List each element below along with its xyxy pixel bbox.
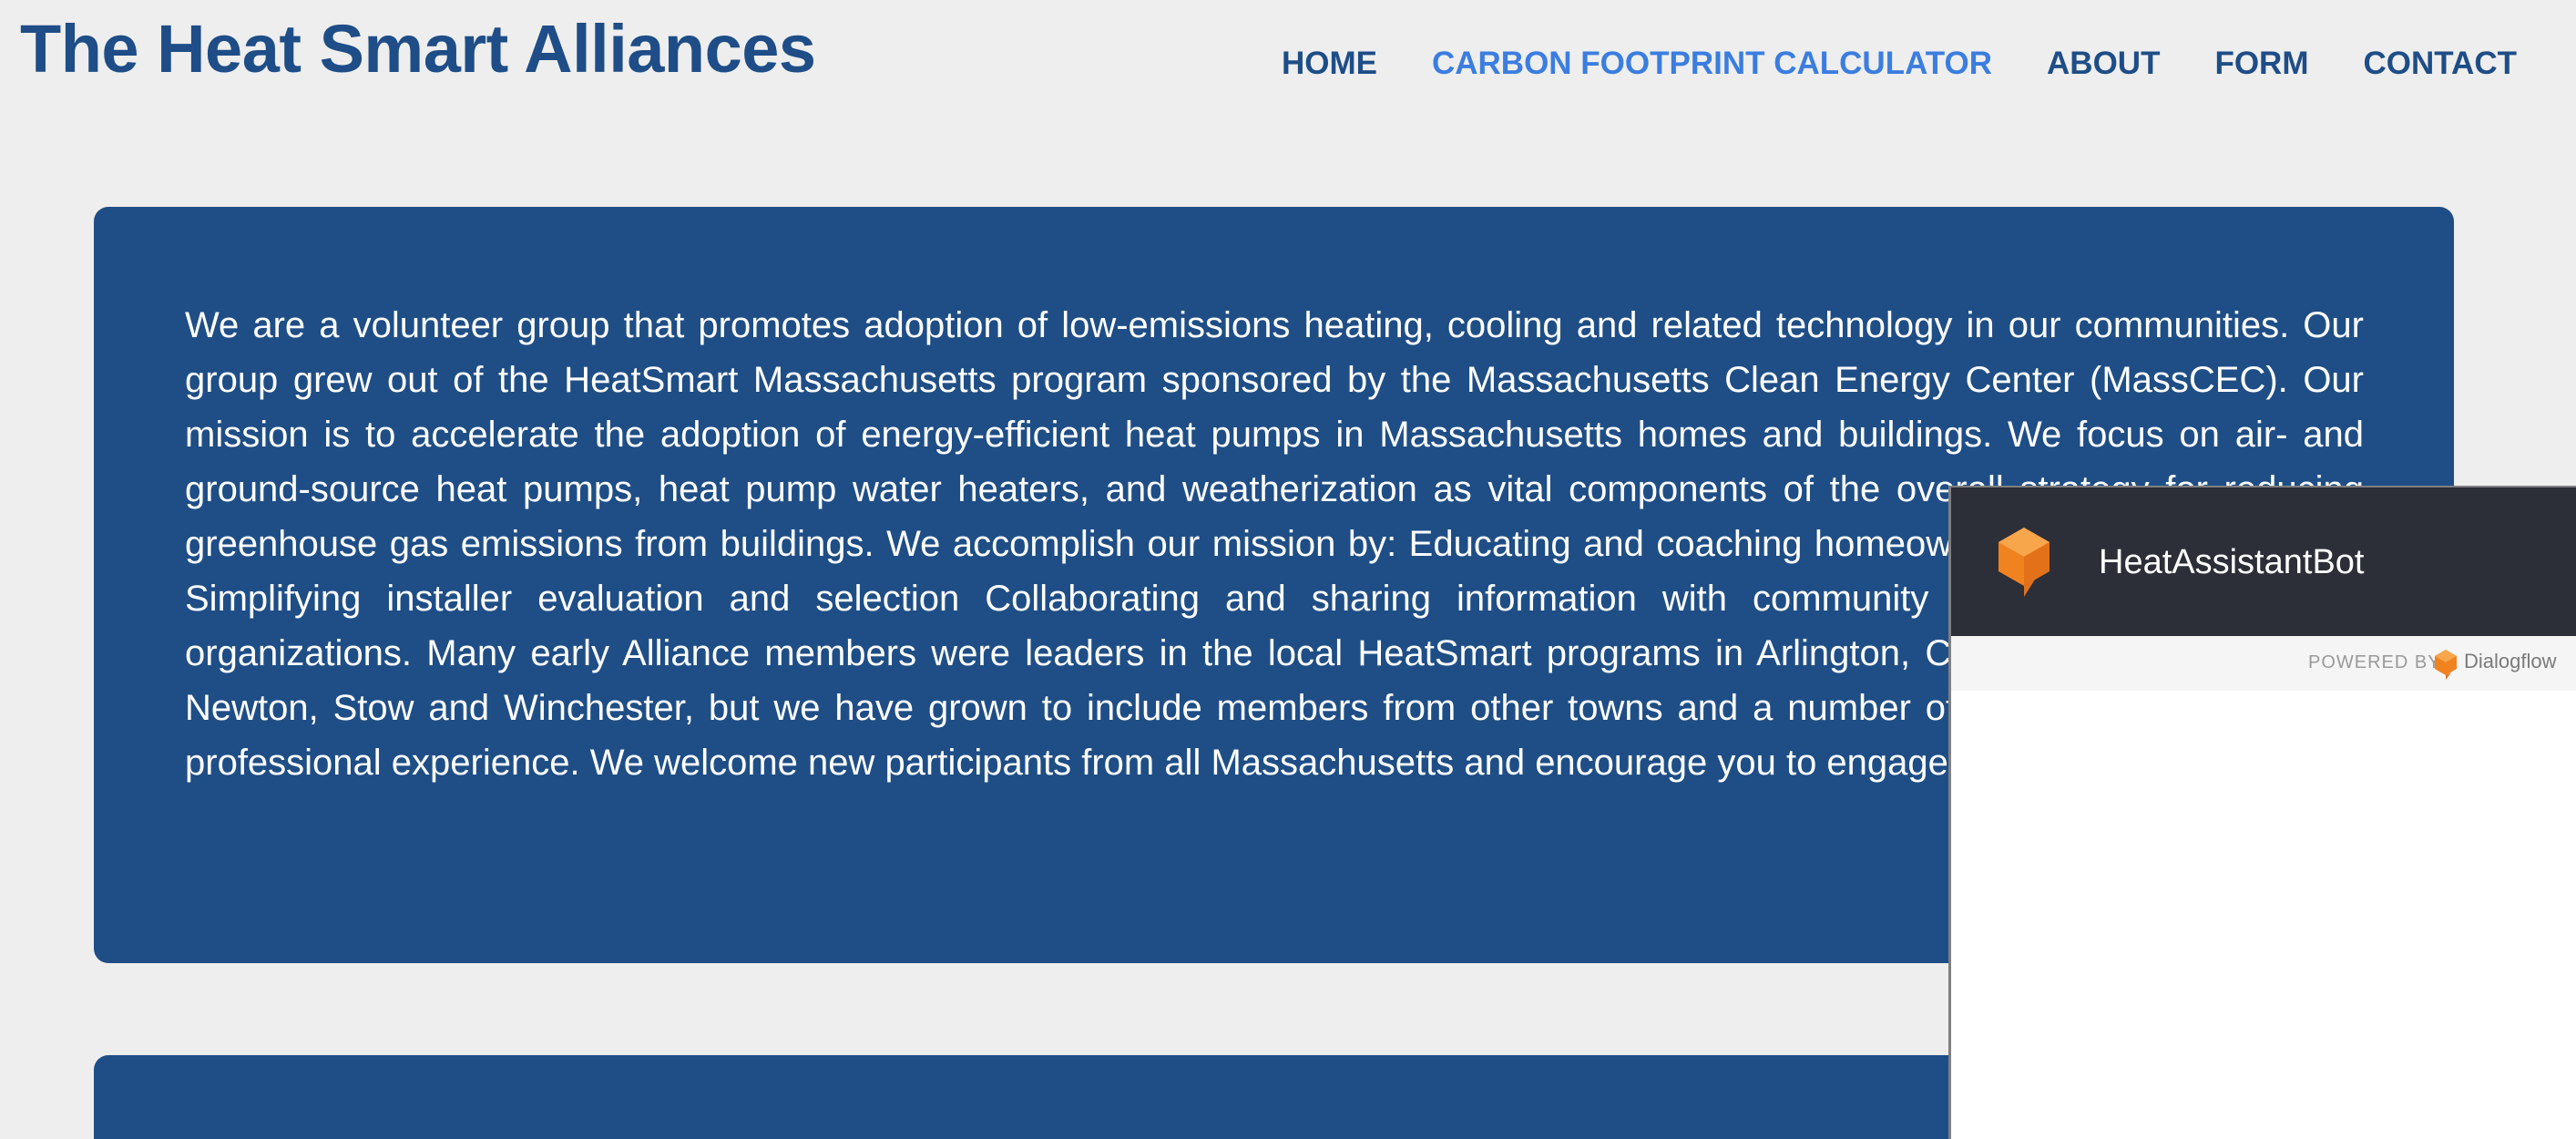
powered-by-label: POWERED BY xyxy=(2308,652,2441,672)
main-nav: HOME CARBON FOOTPRINT CALCULATOR ABOUT F… xyxy=(1282,42,2517,86)
site-title[interactable]: The Heat Smart Alliances xyxy=(20,9,816,90)
nav-carbon-footprint-calculator[interactable]: CARBON FOOTPRINT CALCULATOR xyxy=(1432,42,1992,86)
chat-bot-name: HeatAssistantBot xyxy=(2099,543,2365,581)
page: The Heat Smart Alliances HOME CARBON FOO… xyxy=(0,0,2576,1139)
chat-header[interactable]: HeatAssistantBot xyxy=(1951,487,2576,636)
nav-home[interactable]: HOME xyxy=(1282,42,1377,86)
dialogflow-logo-icon xyxy=(2435,650,2457,680)
nav-form[interactable]: FORM xyxy=(2214,42,2308,86)
chat-widget[interactable]: HeatAssistantBot POWERED BY Dialogflow xyxy=(1948,486,2576,1139)
dialogflow-label: Dialogflow xyxy=(2464,650,2557,672)
nav-about[interactable]: ABOUT xyxy=(2047,42,2160,86)
dialogflow-cube-icon xyxy=(1998,528,2050,597)
nav-contact[interactable]: CONTACT xyxy=(2364,42,2518,86)
powered-by-bar: POWERED BY Dialogflow xyxy=(1951,636,2576,691)
